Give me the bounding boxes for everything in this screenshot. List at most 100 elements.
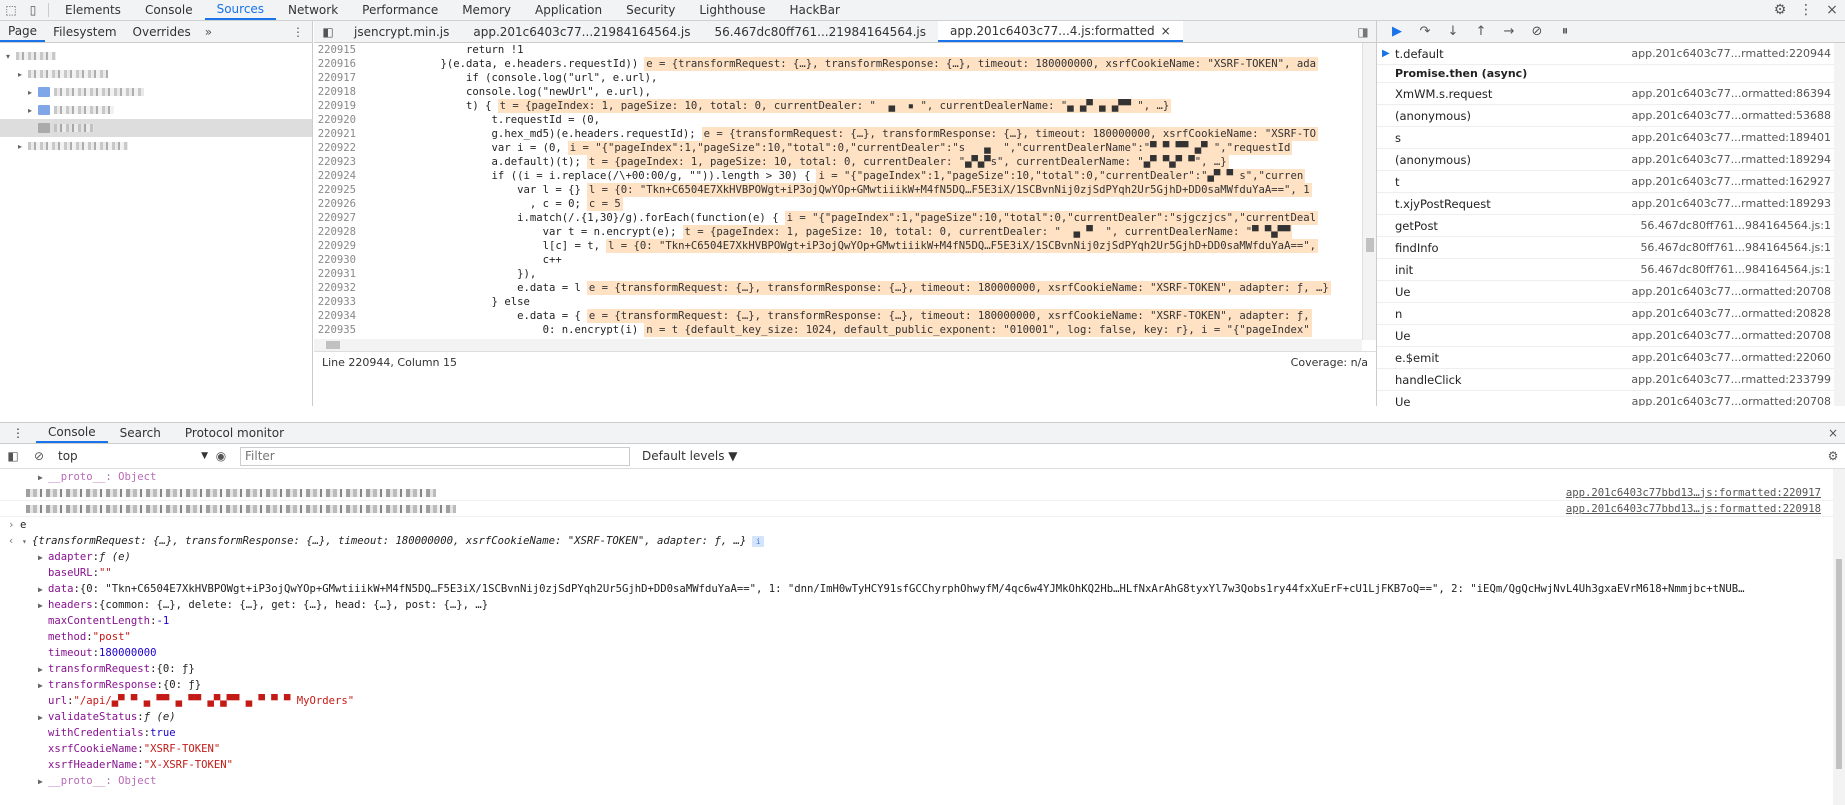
call-frame[interactable]: s app.201c6403c77...rmatted:189401: [1377, 127, 1845, 149]
code-line[interactable]: 220935 0: n.encrypt(i) n = t {default_key…: [314, 323, 1362, 337]
frame-location[interactable]: app.201c6403c77...rmatted:233799: [1631, 373, 1831, 386]
tab-protocol-monitor[interactable]: Protocol monitor: [173, 423, 296, 443]
code-line[interactable]: 220931 }),: [314, 267, 1362, 281]
frame-location[interactable]: app.201c6403c77...rmatted:189294: [1631, 153, 1831, 166]
log-levels-dropdown[interactable]: Default levels ▼: [642, 449, 738, 463]
call-frame[interactable]: handleClick app.201c6403c77...rmatted:233…: [1377, 369, 1845, 391]
expand-arrow-icon[interactable]: ▶: [38, 473, 48, 482]
tab-search[interactable]: Search: [108, 423, 173, 443]
scrollbar-thumb[interactable]: [326, 341, 340, 349]
context-selector[interactable]: top ▼: [58, 448, 208, 465]
tab-sources[interactable]: Sources: [204, 0, 277, 20]
call-frame[interactable]: init 56.467dc80ff761...984164564.js:1: [1377, 259, 1845, 281]
line-number[interactable]: 220921: [314, 127, 364, 141]
tab-elements[interactable]: Elements: [53, 0, 133, 20]
editor-tab[interactable]: 56.467dc80ff761...21984164564.js: [703, 21, 938, 42]
console-filter-input[interactable]: [240, 446, 630, 466]
pause-on-exceptions-icon[interactable]: ⏸: [1551, 24, 1579, 39]
editor-tab[interactable]: app.201c6403c77...21984164564.js: [461, 21, 702, 42]
tab-network[interactable]: Network: [276, 0, 350, 20]
close-icon[interactable]: ×: [1819, 2, 1845, 18]
call-frame[interactable]: ▶ t.default app.201c6403c77...rmatted:2209…: [1377, 43, 1845, 65]
settings-gear-icon[interactable]: ⚙: [1767, 2, 1793, 18]
code-line[interactable]: 220930 c++: [314, 253, 1362, 267]
tab-lighthouse[interactable]: Lighthouse: [687, 0, 777, 20]
call-frame[interactable]: t app.201c6403c77...rmatted:162927: [1377, 171, 1845, 193]
frame-location[interactable]: app.201c6403c77...rmatted:220944: [1631, 47, 1831, 60]
line-number[interactable]: 220929: [314, 239, 364, 253]
call-frame[interactable]: Ue app.201c6403c77...ormatted:20708: [1377, 391, 1845, 407]
line-number[interactable]: 220932: [314, 281, 364, 295]
expand-arrow-icon[interactable]: ▶: [38, 713, 48, 722]
frame-location[interactable]: app.201c6403c77...rmatted:189293: [1631, 197, 1831, 210]
object-property[interactable]: ▶ data: {0: "Tkn+C6504E7XkHVBPOWgt+iP3ojQ…: [0, 581, 1833, 597]
step-icon[interactable]: →: [1495, 24, 1523, 39]
code-line[interactable]: 220927 i.match(/.{1,30}/g).forEach(funct…: [314, 211, 1362, 225]
callstack-scrollbar[interactable]: [1834, 43, 1845, 406]
call-frame[interactable]: n app.201c6403c77...ormatted:20828: [1377, 303, 1845, 325]
tab-filesystem[interactable]: Filesystem: [45, 21, 124, 42]
expand-arrow-icon[interactable]: ▶: [38, 585, 48, 594]
expand-arrow-icon[interactable]: ▶: [38, 601, 48, 610]
code-line[interactable]: 220918 console.log("newUrl", e.url),: [314, 85, 1362, 99]
frame-location[interactable]: app.201c6403c77...ormatted:20708: [1632, 285, 1831, 298]
step-over-icon[interactable]: ↷: [1411, 24, 1439, 39]
tree-item[interactable]: ▸: [0, 65, 312, 83]
code-line[interactable]: 220919 t) {t = {pageIndex: 1, pageSize: …: [314, 99, 1362, 113]
collapse-arrow-icon[interactable]: ▾: [6, 52, 16, 61]
expand-arrow-icon[interactable]: ▶: [38, 553, 48, 562]
editor-tab-active[interactable]: app.201c6403c77...4.js:formatted ×: [938, 21, 1183, 42]
sidebar-toggle-icon[interactable]: ◧: [0, 449, 26, 463]
inspect-element-icon[interactable]: ⬚: [0, 0, 22, 20]
navigator-menu-icon[interactable]: ⋮: [284, 21, 312, 42]
line-number[interactable]: 220923: [314, 155, 364, 169]
scrollbar-thumb[interactable]: [1366, 238, 1374, 252]
code-line[interactable]: 220915 return !1: [314, 43, 1362, 57]
kebab-menu-icon[interactable]: ⋮: [1793, 2, 1819, 18]
console-proto-row[interactable]: ▶ __proto__: Object: [0, 469, 1833, 485]
code-line[interactable]: 220922 var i = (0, i = "{"pageIndex":1,"p…: [314, 141, 1362, 155]
code-line[interactable]: 220932 e.data = l e = {transformRequest: …: [314, 281, 1362, 295]
tree-item[interactable]: ▾: [0, 47, 312, 65]
console-proto-row[interactable]: ▶ __proto__: Object: [0, 773, 1833, 789]
collapse-arrow-icon[interactable]: ▸: [28, 88, 38, 97]
object-property[interactable]: ▶ validateStatus: ƒ (e): [0, 709, 1833, 725]
line-number[interactable]: 220917: [314, 71, 364, 85]
line-number[interactable]: 220934: [314, 309, 364, 323]
frame-location[interactable]: app.201c6403c77...ormatted:86394: [1632, 87, 1831, 100]
close-tab-icon[interactable]: ×: [1161, 24, 1171, 38]
code-line[interactable]: 220917 if (console.log("url", e.url),: [314, 71, 1362, 85]
line-number[interactable]: 220916: [314, 57, 364, 71]
tree-item[interactable]: ▸: [0, 83, 312, 101]
line-number[interactable]: 220915: [314, 43, 364, 57]
object-property[interactable]: ▶ adapter: ƒ (e): [0, 549, 1833, 565]
frame-location[interactable]: 56.467dc80ff761...984164564.js:1: [1640, 263, 1831, 276]
code-lines[interactable]: 220915 return !1 220916 }(e.data, e.heade…: [314, 43, 1362, 340]
editor-tab[interactable]: jsencrypt.min.js: [342, 21, 461, 42]
tab-application[interactable]: Application: [523, 0, 614, 20]
expand-arrow-icon[interactable]: ▶: [38, 777, 48, 786]
call-frame[interactable]: (anonymous) app.201c6403c77...ormatted:53…: [1377, 105, 1845, 127]
line-number[interactable]: 220926: [314, 197, 364, 211]
tab-memory[interactable]: Memory: [450, 0, 523, 20]
frame-location[interactable]: app.201c6403c77...ormatted:53688: [1632, 109, 1831, 122]
call-frame[interactable]: e.$emit app.201c6403c77...ormatted:22060: [1377, 347, 1845, 369]
more-tabs-icon[interactable]: »: [199, 21, 218, 42]
code-line[interactable]: 220925 var l = {} l = {0: "Tkn+C6504E7XkH…: [314, 183, 1362, 197]
tab-console-drawer[interactable]: Console: [36, 423, 108, 443]
step-out-icon[interactable]: ↑: [1467, 24, 1495, 39]
deactivate-breakpoints-icon[interactable]: ⊘: [1523, 24, 1551, 39]
tab-console[interactable]: Console: [133, 0, 205, 20]
call-frame[interactable]: Ue app.201c6403c77...ormatted:20708: [1377, 281, 1845, 303]
tab-hackbar[interactable]: HackBar: [778, 0, 852, 20]
collapse-arrow-icon[interactable]: ▾: [22, 537, 32, 546]
tree-item[interactable]: [0, 119, 312, 137]
call-frame[interactable]: getPost 56.467dc80ff761...984164564.js:1: [1377, 215, 1845, 237]
tab-page[interactable]: Page: [0, 21, 46, 42]
call-frame[interactable]: Ue app.201c6403c77...ormatted:20708: [1377, 325, 1845, 347]
tab-overrides[interactable]: Overrides: [125, 21, 199, 42]
line-number[interactable]: 220918: [314, 85, 364, 99]
close-drawer-icon[interactable]: ×: [1821, 423, 1845, 443]
info-badge-icon[interactable]: i: [752, 535, 765, 547]
console-scrollbar[interactable]: [1833, 469, 1845, 805]
